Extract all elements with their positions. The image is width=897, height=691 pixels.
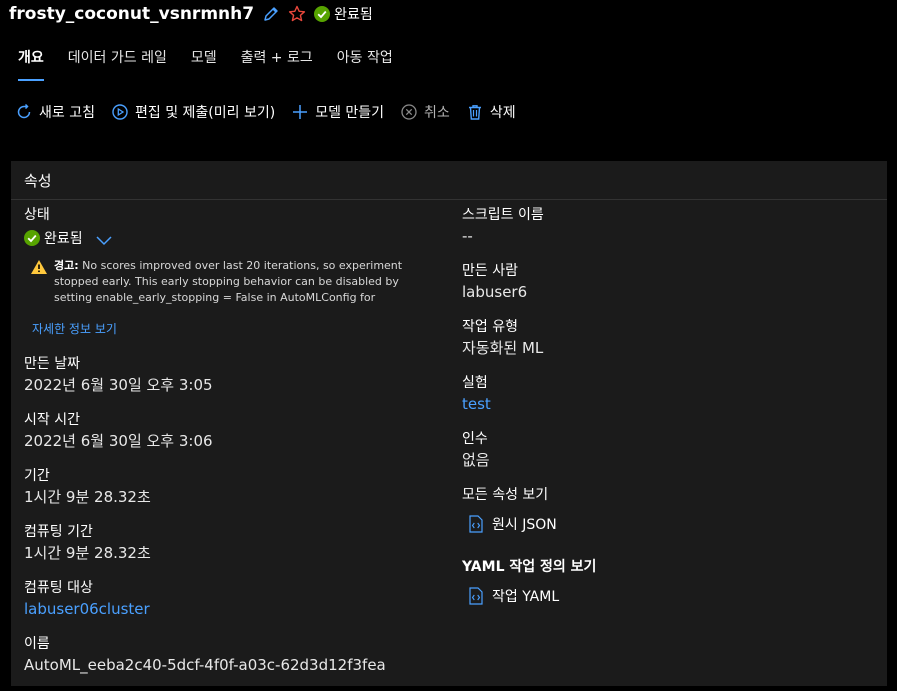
cancel-circle-icon <box>400 103 418 121</box>
created-date-group: 만든 날짜 2022년 6월 30일 오후 3:05 <box>24 355 444 395</box>
yaml-group: YAML 작업 정의 보기 작업 YAML <box>462 558 872 606</box>
job-type-group: 작업 유형 자동화된 ML <box>462 318 872 358</box>
tab-models[interactable]: 모델 <box>191 47 217 81</box>
success-check-icon <box>24 230 40 246</box>
properties-left-column: 상태 완료됨 경고: No scores improved over last … <box>24 206 444 691</box>
compute-target-group: 컴퓨팅 대상 labuser06cluster <box>24 579 444 619</box>
favorite-star-icon[interactable] <box>288 5 306 23</box>
created-by-value: labuser6 <box>462 283 528 301</box>
properties-header: 속성 <box>11 161 887 200</box>
cancel-button[interactable]: 취소 <box>400 102 450 122</box>
play-circle-icon <box>111 103 129 121</box>
tab-outputs-logs[interactable]: 출력 + 로그 <box>241 47 313 81</box>
name-label: 이름 <box>24 636 50 652</box>
experiment-label: 실험 <box>462 375 488 391</box>
warning-prefix: 경고: <box>54 259 79 272</box>
tab-overview[interactable]: 개요 <box>18 47 44 81</box>
all-properties-group: 모든 속성 보기 원시 JSON <box>462 486 872 534</box>
delete-label: 삭제 <box>489 105 516 121</box>
trash-icon <box>466 103 484 121</box>
tab-data-guardrails[interactable]: 데이터 가드 레일 <box>68 47 167 81</box>
compute-target-link[interactable]: labuser06cluster <box>24 599 444 619</box>
experiment-group: 실험 test <box>462 374 872 414</box>
script-name-group: 스크립트 이름 -- <box>462 206 872 246</box>
script-name-label: 스크립트 이름 <box>462 207 544 223</box>
properties-right-column: 스크립트 이름 -- 만든 사람 labuser6 작업 유형 자동화된 ML … <box>462 206 872 622</box>
name-value: AutoML_eeba2c40-5dcf-4f0f-a03c-62d3d12f3… <box>24 656 386 674</box>
created-date-value: 2022년 6월 30일 오후 3:05 <box>24 376 213 394</box>
header-status-text: 완료됨 <box>334 7 373 23</box>
code-file-icon <box>468 587 484 605</box>
create-model-button[interactable]: 모델 만들기 <box>291 102 384 122</box>
start-time-label: 시작 시간 <box>24 412 80 428</box>
cancel-label: 취소 <box>424 105 450 121</box>
plus-icon <box>291 103 309 121</box>
create-model-label: 모델 만들기 <box>315 105 385 121</box>
job-yaml-label: 작업 YAML <box>492 589 560 605</box>
raw-json-link[interactable]: 원시 JSON <box>468 514 872 534</box>
name-group: 이름 AutoML_eeba2c40-5dcf-4f0f-a03c-62d3d1… <box>24 635 444 675</box>
status-label: 상태 <box>24 207 50 223</box>
code-file-icon <box>468 515 484 533</box>
arguments-label: 인수 <box>462 431 488 447</box>
compute-duration-group: 컴퓨팅 기간 1시간 9분 28.32초 <box>24 523 444 563</box>
warning-message: 경고: No scores improved over last 20 iter… <box>24 258 440 304</box>
refresh-icon <box>15 103 33 121</box>
duration-label: 기간 <box>24 468 50 484</box>
job-type-label: 작업 유형 <box>462 319 518 335</box>
tab-child-jobs[interactable]: 아동 작업 <box>337 47 393 81</box>
status-value: 완료됨 <box>24 228 444 248</box>
header-status: 완료됨 <box>314 4 373 24</box>
edit-submit-button[interactable]: 편집 및 제출(미리 보기) <box>111 102 275 122</box>
success-check-icon <box>314 6 331 22</box>
warning-text: No scores improved over last 20 iteratio… <box>54 259 403 304</box>
edit-submit-label: 편집 및 제출(미리 보기) <box>134 105 276 121</box>
properties-panel: 속성 상태 완료됨 경고: No scores improved over la… <box>11 161 887 686</box>
refresh-button[interactable]: 새로 고침 <box>15 102 95 122</box>
duration-value: 1시간 9분 28.32초 <box>24 488 151 506</box>
refresh-label: 새로 고침 <box>39 105 95 121</box>
edit-pencil-icon[interactable] <box>262 5 280 23</box>
job-type-value: 자동화된 ML <box>462 339 544 357</box>
all-properties-label: 모든 속성 보기 <box>462 487 549 503</box>
title-row: frosty_coconut_vsnrmnh7 완료됨 <box>9 2 373 26</box>
arguments-value: 없음 <box>462 451 490 469</box>
job-yaml-link[interactable]: 작업 YAML <box>468 586 872 606</box>
start-time-group: 시작 시간 2022년 6월 30일 오후 3:06 <box>24 411 444 451</box>
warning-text-block: 경고: No scores improved over last 20 iter… <box>54 258 440 304</box>
compute-duration-value: 1시간 9분 28.32초 <box>24 544 151 562</box>
status-section: 상태 완료됨 경고: No scores improved over last … <box>24 206 444 337</box>
delete-button[interactable]: 삭제 <box>466 102 516 122</box>
experiment-link[interactable]: test <box>462 394 872 414</box>
script-name-value: -- <box>462 227 473 245</box>
duration-group: 기간 1시간 9분 28.32초 <box>24 467 444 507</box>
created-by-group: 만든 사람 labuser6 <box>462 262 872 302</box>
created-date-label: 만든 날짜 <box>24 356 80 372</box>
compute-target-label: 컴퓨팅 대상 <box>24 580 93 596</box>
tab-bar: 개요 데이터 가드 레일 모델 출력 + 로그 아동 작업 <box>18 47 417 81</box>
compute-duration-label: 컴퓨팅 기간 <box>24 524 93 540</box>
created-by-label: 만든 사람 <box>462 263 518 279</box>
arguments-group: 인수 없음 <box>462 430 872 470</box>
status-text: 완료됨 <box>44 231 83 247</box>
warning-icon <box>30 259 48 275</box>
view-details-link[interactable]: 자세한 정보 보기 <box>32 320 444 337</box>
toolbar: 새로 고침 편집 및 제출(미리 보기) 모델 만들기 취소 삭제 <box>15 100 532 124</box>
page-title: frosty_coconut_vsnrmnh7 <box>9 4 255 24</box>
chevron-down-icon[interactable] <box>95 234 113 246</box>
raw-json-label: 원시 JSON <box>492 517 557 533</box>
yaml-label: YAML 작업 정의 보기 <box>462 559 597 575</box>
start-time-value: 2022년 6월 30일 오후 3:06 <box>24 432 213 450</box>
